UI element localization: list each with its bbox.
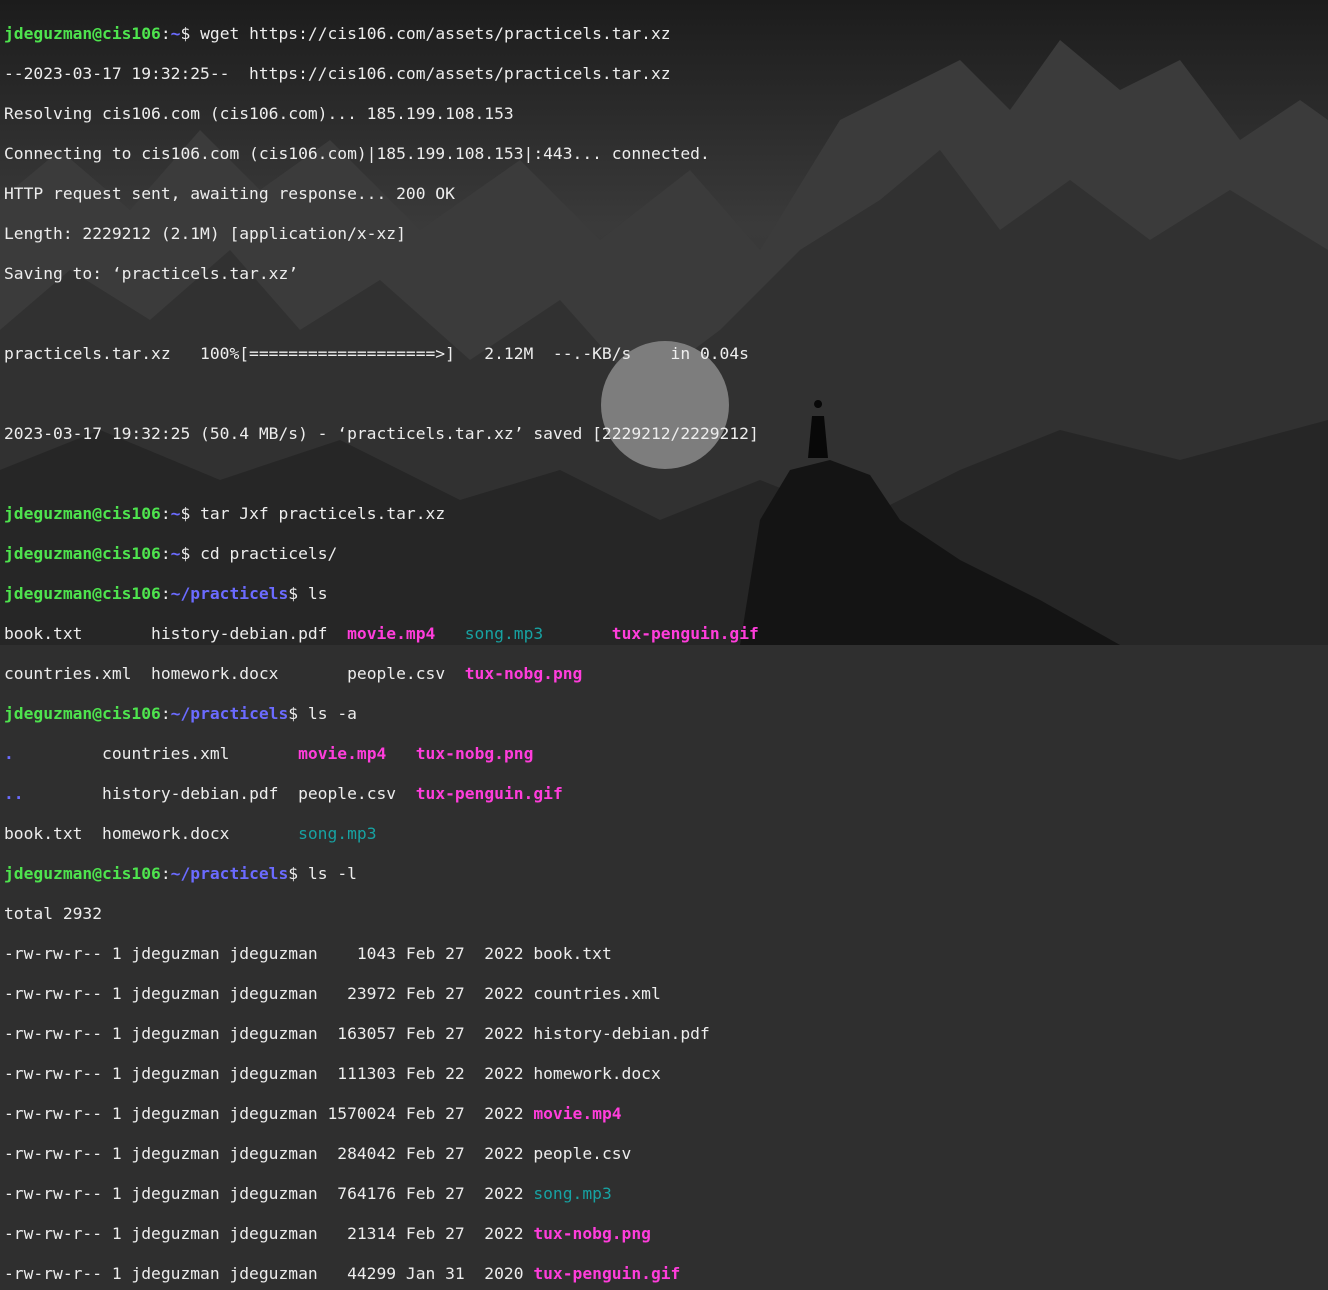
file-people: people.csv [298, 784, 416, 803]
file-history: history-debian.pdf [102, 784, 299, 803]
prompt-line: jdeguzman@cis106:~/practicels$ ls [4, 584, 328, 603]
command-text: ls -a [298, 704, 357, 723]
file-tux-gif: tux-penguin.gif [415, 784, 563, 803]
download-progress-line: practicels.tar.xz 100%[=================… [4, 344, 749, 363]
prompt-user-host: jdeguzman@cis106 [4, 24, 161, 43]
ll-filename: tux-penguin.gif [533, 1264, 681, 1283]
file-tux-png: tux-nobg.png [415, 744, 534, 763]
file-song: song.mp3 [464, 624, 544, 643]
ll-row: -rw-rw-r-- 1 jdeguzman jdeguzman 1043 Fe… [4, 944, 612, 963]
ll-row: -rw-rw-r-- 1 jdeguzman jdeguzman 44299 J… [4, 1264, 681, 1283]
output-line: Saving to: ‘practicels.tar.xz’ [4, 264, 299, 283]
prompt-line: jdeguzman@cis106:~$ wget https://cis106.… [4, 24, 671, 43]
ll-filename: movie.mp4 [533, 1104, 622, 1123]
ll-filename: song.mp3 [533, 1184, 612, 1203]
command-text: ls -l [298, 864, 357, 883]
ls-row: . countries.xml movie.mp4 tux-nobg.png [4, 744, 759, 764]
file-people: people.csv [347, 664, 465, 683]
file-movie: movie.mp4 [347, 624, 436, 643]
ll-filename: history-debian.pdf [533, 1024, 710, 1043]
ls-total: total 2932 [4, 904, 103, 923]
ls-row: .. history-debian.pdf people.csv tux-pen… [4, 784, 759, 804]
ll-row: -rw-rw-r-- 1 jdeguzman jdeguzman 111303 … [4, 1064, 661, 1083]
ls-row: book.txt homework.docx song.mp3 [4, 824, 759, 844]
output-line: HTTP request sent, awaiting response... … [4, 184, 455, 203]
ll-filename: people.csv [533, 1144, 632, 1163]
command-text: ls [298, 584, 328, 603]
ll-row: -rw-rw-r-- 1 jdeguzman jdeguzman 163057 … [4, 1024, 710, 1043]
file-tux-png: tux-nobg.png [464, 664, 583, 683]
file-history: history-debian.pdf [151, 624, 348, 643]
ll-row: -rw-rw-r-- 1 jdeguzman jdeguzman 1570024… [4, 1104, 622, 1123]
output-line: Connecting to cis106.com (cis106.com)|18… [4, 144, 710, 163]
output-line: Resolving cis106.com (cis106.com)... 185… [4, 104, 514, 123]
command-text: wget https://cis106.com/assets/practicel… [190, 24, 671, 43]
prompt-line: jdeguzman@cis106:~$ cd practicels/ [4, 544, 338, 563]
ll-filename: tux-nobg.png [533, 1224, 651, 1243]
ll-filename: countries.xml [533, 984, 661, 1003]
file-movie: movie.mp4 [298, 744, 387, 763]
file-homework: homework.docx [102, 824, 299, 843]
ll-filename: homework.docx [533, 1064, 661, 1083]
file-countries: countries.xml [102, 744, 299, 763]
command-text: tar Jxf practicels.tar.xz [190, 504, 446, 523]
ll-filename: book.txt [533, 944, 612, 963]
output-line: 2023-03-17 19:32:25 (50.4 MB/s) - ‘pract… [4, 424, 759, 443]
ll-row: -rw-rw-r-- 1 jdeguzman jdeguzman 284042 … [4, 1144, 632, 1163]
prompt-line: jdeguzman@cis106:~/practicels$ ls -l [4, 864, 357, 883]
ls-row: countries.xml homework.docx people.csv t… [4, 664, 759, 684]
prompt-line: jdeguzman@cis106:~$ tar Jxf practicels.t… [4, 504, 446, 523]
command-text: cd practicels/ [190, 544, 338, 563]
terminal-output[interactable]: jdeguzman@cis106:~$ wget https://cis106.… [4, 4, 759, 1290]
file-song: song.mp3 [298, 824, 377, 843]
ls-row: book.txt history-debian.pdf movie.mp4 so… [4, 624, 759, 644]
file-book: book.txt [4, 824, 103, 843]
prompt-line: jdeguzman@cis106:~/practicels$ ls -a [4, 704, 357, 723]
output-line: Length: 2229212 (2.1M) [application/x-xz… [4, 224, 406, 243]
ll-row: -rw-rw-r-- 1 jdeguzman jdeguzman 21314 F… [4, 1224, 651, 1243]
dir-parent: .. [4, 784, 24, 803]
file-homework: homework.docx [151, 664, 348, 683]
file-countries: countries.xml [4, 664, 152, 683]
file-book: book.txt [4, 624, 152, 643]
output-line: --2023-03-17 19:32:25-- https://cis106.c… [4, 64, 671, 83]
dir-current: . [4, 744, 14, 763]
ll-row: -rw-rw-r-- 1 jdeguzman jdeguzman 764176 … [4, 1184, 612, 1203]
file-tux-gif: tux-penguin.gif [611, 624, 759, 643]
ll-row: -rw-rw-r-- 1 jdeguzman jdeguzman 23972 F… [4, 984, 661, 1003]
